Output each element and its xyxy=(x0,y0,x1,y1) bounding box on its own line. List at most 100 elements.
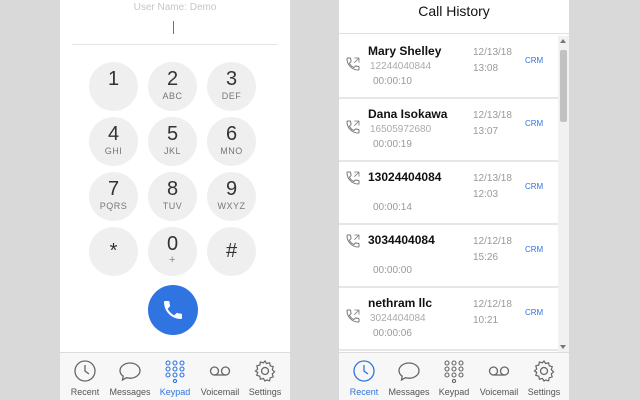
key-6[interactable]: 6 MNO xyxy=(207,117,256,166)
clock-icon xyxy=(353,360,375,382)
caller-number: 12244040844 xyxy=(370,61,432,72)
scroll-down-arrow-icon[interactable] xyxy=(560,345,566,349)
tab-settings[interactable]: Settings xyxy=(521,353,567,400)
phone-call-icon xyxy=(346,171,360,185)
key-0[interactable]: 0 + xyxy=(148,227,197,276)
key-letters: MNO xyxy=(220,146,243,156)
tab-voicemail[interactable]: Voicemail xyxy=(197,353,243,400)
gear-icon xyxy=(533,359,555,382)
caller-name: Dana Isokawa xyxy=(368,107,448,121)
keypad-grid-icon xyxy=(444,360,464,383)
key-hash[interactable]: # xyxy=(207,227,256,276)
key-letters: + xyxy=(169,254,176,266)
key-star[interactable]: * xyxy=(89,227,138,276)
call-time: 13:08 xyxy=(473,63,499,74)
bottom-tab-bar: Recent Messages Keypad Voicemail Setting… xyxy=(339,352,569,400)
chat-bubble-icon xyxy=(398,362,420,382)
phone-call-icon xyxy=(346,234,360,248)
voicemail-icon xyxy=(488,366,510,376)
call-duration: 00:00:10 xyxy=(373,76,412,87)
dial-input-cursor[interactable] xyxy=(173,21,174,34)
keypad-grid-icon xyxy=(165,360,185,383)
key-digit: 0 xyxy=(166,233,179,255)
key-digit: 7 xyxy=(107,178,120,200)
key-letters: JKL xyxy=(163,146,181,156)
tab-voicemail[interactable]: Voicemail xyxy=(476,353,522,400)
key-3[interactable]: 3 DEF xyxy=(207,62,256,111)
call-time: 10:21 xyxy=(473,315,499,326)
tab-messages[interactable]: Messages xyxy=(386,353,432,400)
call-history-row[interactable]: nethram llc 3024404084 00:00:06 12/12/18… xyxy=(339,288,559,351)
call-date: 12/12/18 xyxy=(473,299,512,310)
key-digit: 6 xyxy=(225,123,238,145)
key-letters: GHI xyxy=(104,146,123,156)
tab-messages[interactable]: Messages xyxy=(107,353,153,400)
caller-number: 16505972680 xyxy=(370,124,432,135)
tab-recent[interactable]: Recent xyxy=(341,353,387,400)
call-history-row[interactable]: Dana Isokawa 16505972680 00:00:19 12/13/… xyxy=(339,99,559,162)
call-history-header: Call History xyxy=(339,0,569,34)
key-digit: 3 xyxy=(225,68,238,90)
tab-label: Settings xyxy=(527,387,561,397)
key-digit: 8 xyxy=(166,178,179,200)
call-history-row[interactable]: 3034404084 00:00:00 12/12/18 15:26 CRM xyxy=(339,225,559,288)
scrollbar-thumb[interactable] xyxy=(560,50,567,122)
crm-link[interactable]: CRM xyxy=(525,119,543,128)
call-time: 13:07 xyxy=(473,126,499,137)
caller-name: nethram llc xyxy=(368,296,433,310)
history-scrollbar[interactable] xyxy=(558,36,569,352)
tab-keypad[interactable]: Keypad xyxy=(431,353,477,400)
key-digit: 5 xyxy=(166,123,179,145)
crm-link[interactable]: CRM xyxy=(525,56,543,65)
tab-keypad[interactable]: Keypad xyxy=(152,353,198,400)
crm-link[interactable]: CRM xyxy=(525,245,543,254)
call-date: 12/12/18 xyxy=(473,236,512,247)
call-history-row[interactable]: Mary Shelley 12244040844 00:00:10 12/13/… xyxy=(339,36,559,99)
call-time: 12:03 xyxy=(473,189,499,200)
call-history-list: Mary Shelley 12244040844 00:00:10 12/13/… xyxy=(339,36,559,352)
call-date: 12/13/18 xyxy=(473,173,512,184)
tab-recent[interactable]: Recent xyxy=(62,353,108,400)
key-digit: 2 xyxy=(166,68,179,90)
key-1[interactable]: 1 xyxy=(89,62,138,111)
tab-settings[interactable]: Settings xyxy=(242,353,288,400)
dial-input-underline xyxy=(72,44,278,45)
phone-call-icon xyxy=(346,120,360,134)
bottom-tab-bar: Recent Messages Keypad Voicemail Setting… xyxy=(60,352,290,400)
key-letters: WXYZ xyxy=(217,201,246,211)
phone-icon xyxy=(164,301,182,319)
key-9[interactable]: 9 WXYZ xyxy=(207,172,256,221)
keypad-panel: User Name: Demo 1 2 ABC 3 DEF 4 GHI 5 JK… xyxy=(60,0,290,400)
key-7[interactable]: 7 PQRS xyxy=(89,172,138,221)
key-5[interactable]: 5 JKL xyxy=(148,117,197,166)
tab-label: Settings xyxy=(248,387,282,397)
key-2[interactable]: 2 ABC xyxy=(148,62,197,111)
key-digit: # xyxy=(225,240,238,262)
caller-name: 13024404084 xyxy=(368,170,442,184)
call-history-panel: Call History Mary Shelley 12244040844 00… xyxy=(339,0,569,400)
username-label: User Name: Demo xyxy=(133,2,217,13)
scroll-up-arrow-icon[interactable] xyxy=(560,39,566,43)
call-history-row[interactable]: 13024404084 00:00:14 12/13/18 12:03 CRM xyxy=(339,162,559,225)
key-letters: PQRS xyxy=(99,201,128,211)
key-letters: DEF xyxy=(221,91,242,101)
crm-link[interactable]: CRM xyxy=(525,308,543,317)
key-letters: ABC xyxy=(162,91,183,101)
clock-icon xyxy=(74,360,96,382)
key-4[interactable]: 4 GHI xyxy=(89,117,138,166)
key-digit: 1 xyxy=(107,68,120,90)
call-date: 12/13/18 xyxy=(473,110,512,121)
caller-name: 3034404084 xyxy=(368,233,435,247)
chat-bubble-icon xyxy=(119,362,141,382)
phone-call-icon xyxy=(346,309,360,323)
key-8[interactable]: 8 TUV xyxy=(148,172,197,221)
call-duration: 00:00:06 xyxy=(373,328,412,339)
crm-link[interactable]: CRM xyxy=(525,182,543,191)
key-digit: 4 xyxy=(107,123,120,145)
page-title: Call History xyxy=(418,3,490,19)
call-button[interactable] xyxy=(148,285,198,335)
key-letters: TUV xyxy=(162,201,183,211)
call-time: 15:26 xyxy=(473,252,499,263)
call-duration: 00:00:00 xyxy=(373,265,412,276)
voicemail-icon xyxy=(209,366,231,376)
